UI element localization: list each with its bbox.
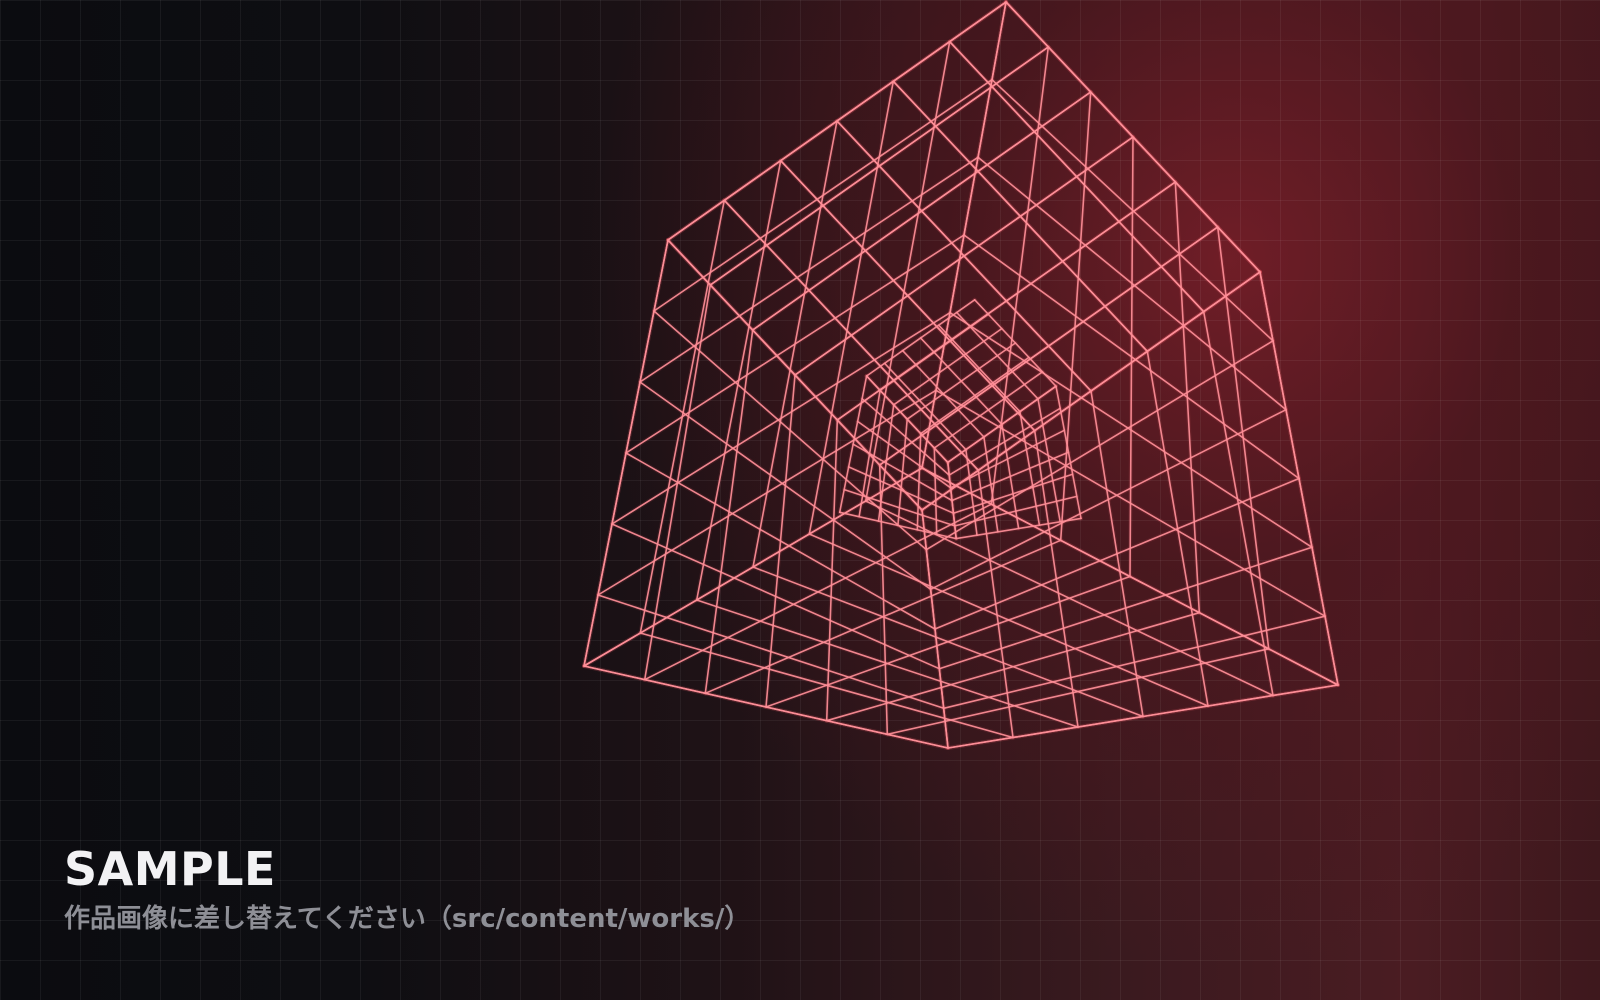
cube-bottom-face-line bbox=[808, 533, 1209, 707]
placeholder-caption: SAMPLE 作品画像に差し替えてください（src/content/works/… bbox=[64, 846, 750, 935]
cube-left-face-line bbox=[611, 523, 941, 670]
placeholder-subtitle: 作品画像に差し替えてください（src/content/works/） bbox=[64, 904, 751, 934]
artwork-placeholder: SAMPLE 作品画像に差し替えてください（src/content/works/… bbox=[0, 0, 1600, 1000]
cube-back-left-line bbox=[597, 389, 937, 596]
cube-left-face-line bbox=[625, 452, 936, 630]
placeholder-title: SAMPLE bbox=[64, 842, 276, 896]
